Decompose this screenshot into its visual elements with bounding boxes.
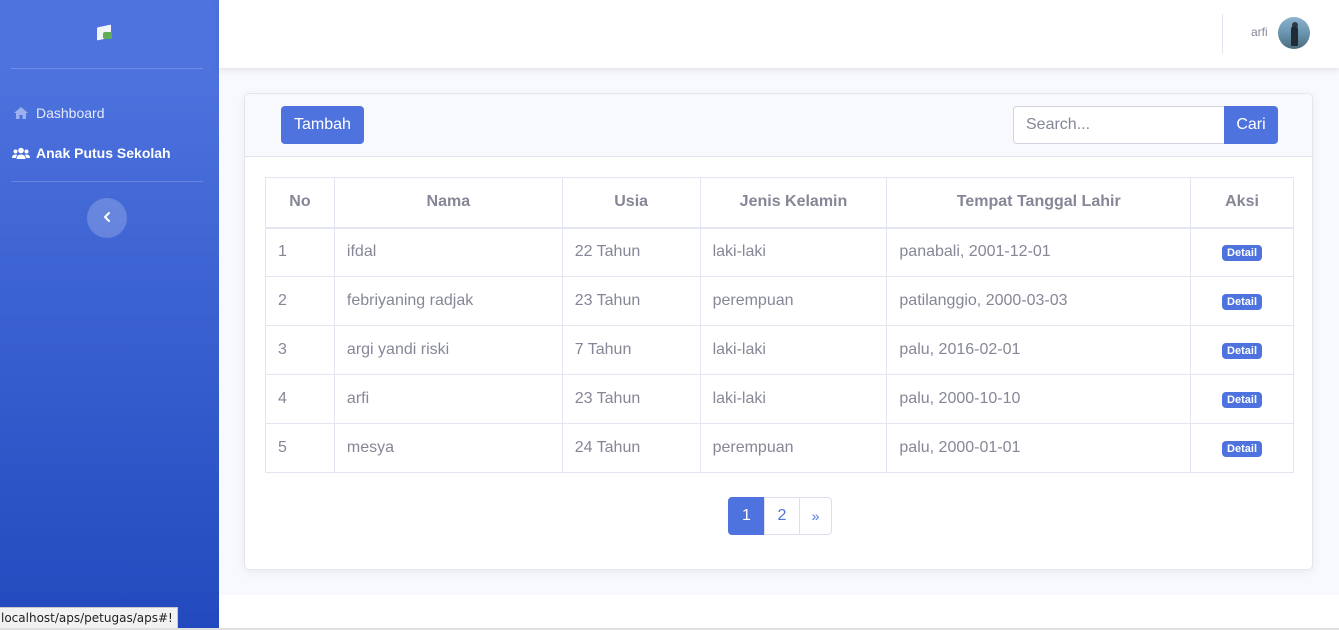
- table-row: 2 febriyaning radjak 23 Tahun perempuan …: [265, 276, 1294, 326]
- detail-button[interactable]: Detail: [1222, 343, 1263, 359]
- detail-button[interactable]: Detail: [1222, 392, 1263, 408]
- search-button[interactable]: Cari: [1224, 106, 1278, 144]
- page-1-button[interactable]: 1: [728, 497, 765, 535]
- sidebar-item-dashboard[interactable]: Dashboard: [0, 93, 219, 133]
- footer: [219, 595, 1339, 628]
- cell-nama: argi yandi riski: [333, 325, 563, 375]
- table-row: 4 arfi 23 Tahun laki-laki palu, 2000-10-…: [265, 374, 1294, 424]
- table-row: 1 ifdal 22 Tahun laki-laki panabali, 200…: [265, 227, 1294, 277]
- brand[interactable]: [0, 0, 219, 68]
- table-row: 3 argi yandi riski 7 Tahun laki-laki pal…: [265, 325, 1294, 375]
- cell-aksi: Detail: [1190, 325, 1294, 375]
- chevron-left-icon: [103, 209, 111, 227]
- column-header-ttl: Tempat Tanggal Lahir: [886, 177, 1192, 229]
- sidebar-item-anak-putus-sekolah[interactable]: Anak Putus Sekolah: [0, 133, 219, 173]
- cell-ttl: panabali, 2001-12-01: [886, 227, 1192, 277]
- card-header: Tambah Cari: [245, 94, 1312, 157]
- sidebar-item-label: Anak Putus Sekolah: [36, 145, 171, 161]
- cell-ttl: palu, 2000-10-10: [886, 374, 1192, 424]
- next-page-button[interactable]: »: [799, 497, 832, 535]
- cell-no: 3: [265, 325, 335, 375]
- table-row: 5 mesya 24 Tahun perempuan palu, 2000-01…: [265, 423, 1294, 473]
- cell-jenis-kelamin: laki-laki: [699, 325, 888, 375]
- cell-ttl: palu, 2016-02-01: [886, 325, 1192, 375]
- cell-aksi: Detail: [1190, 423, 1294, 473]
- cell-jenis-kelamin: laki-laki: [699, 227, 888, 277]
- browser-status-url: localhost/aps/petugas/aps#!: [0, 607, 178, 629]
- cell-nama: mesya: [333, 423, 563, 473]
- sidebar: Dashboard Anak Putus Sekolah: [0, 0, 219, 630]
- cell-no: 5: [265, 423, 335, 473]
- table-header-row: No Nama Usia Jenis Kelamin Tempat Tangga…: [265, 177, 1294, 229]
- sidebar-toggle-button[interactable]: [87, 198, 127, 238]
- column-header-aksi: Aksi: [1190, 177, 1294, 229]
- sidebar-nav: Dashboard Anak Putus Sekolah: [0, 69, 219, 173]
- column-header-usia: Usia: [561, 177, 701, 229]
- search-input[interactable]: [1013, 106, 1225, 144]
- cell-usia: 22 Tahun: [561, 227, 701, 277]
- logo-icon: [96, 24, 113, 41]
- home-icon: [12, 106, 30, 120]
- detail-button[interactable]: Detail: [1222, 245, 1263, 262]
- cell-no: 4: [265, 374, 335, 424]
- cell-nama: arfi: [333, 374, 563, 424]
- page-2-button[interactable]: 2: [764, 497, 800, 535]
- cell-usia: 24 Tahun: [561, 423, 701, 473]
- cell-aksi: Detail: [1190, 276, 1294, 326]
- cell-jenis-kelamin: laki-laki: [699, 374, 888, 424]
- cell-aksi: Detail: [1190, 227, 1294, 277]
- cell-aksi: Detail: [1190, 374, 1294, 424]
- topbar: arfi: [219, 0, 1339, 68]
- pagination: 1 2 »: [728, 497, 832, 535]
- users-icon: [12, 146, 30, 160]
- user-name[interactable]: arfi: [1251, 25, 1268, 39]
- sidebar-divider: [11, 181, 203, 182]
- avatar[interactable]: [1278, 17, 1310, 49]
- cell-ttl: palu, 2000-01-01: [886, 423, 1192, 473]
- cell-jenis-kelamin: perempuan: [699, 423, 888, 473]
- column-header-jenis-kelamin: Jenis Kelamin: [699, 177, 888, 229]
- cell-no: 1: [265, 227, 335, 277]
- cell-nama: febriyaning radjak: [333, 276, 563, 326]
- cell-usia: 7 Tahun: [561, 325, 701, 375]
- cell-no: 2: [265, 276, 335, 326]
- sidebar-item-label: Dashboard: [36, 105, 105, 121]
- cell-nama: ifdal: [333, 227, 563, 277]
- cell-usia: 23 Tahun: [561, 374, 701, 424]
- data-table: No Nama Usia Jenis Kelamin Tempat Tangga…: [265, 177, 1294, 473]
- data-card: Tambah Cari No Nama Usia Jenis Kelamin T…: [244, 93, 1313, 570]
- topbar-divider: [1222, 14, 1223, 54]
- cell-jenis-kelamin: perempuan: [699, 276, 888, 326]
- cell-usia: 23 Tahun: [561, 276, 701, 326]
- detail-button[interactable]: Detail: [1222, 441, 1263, 457]
- add-button[interactable]: Tambah: [281, 106, 364, 144]
- detail-button[interactable]: Detail: [1222, 294, 1263, 310]
- cell-ttl: patilanggio, 2000-03-03: [886, 276, 1192, 326]
- column-header-nama: Nama: [333, 177, 563, 229]
- column-header-no: No: [265, 177, 335, 229]
